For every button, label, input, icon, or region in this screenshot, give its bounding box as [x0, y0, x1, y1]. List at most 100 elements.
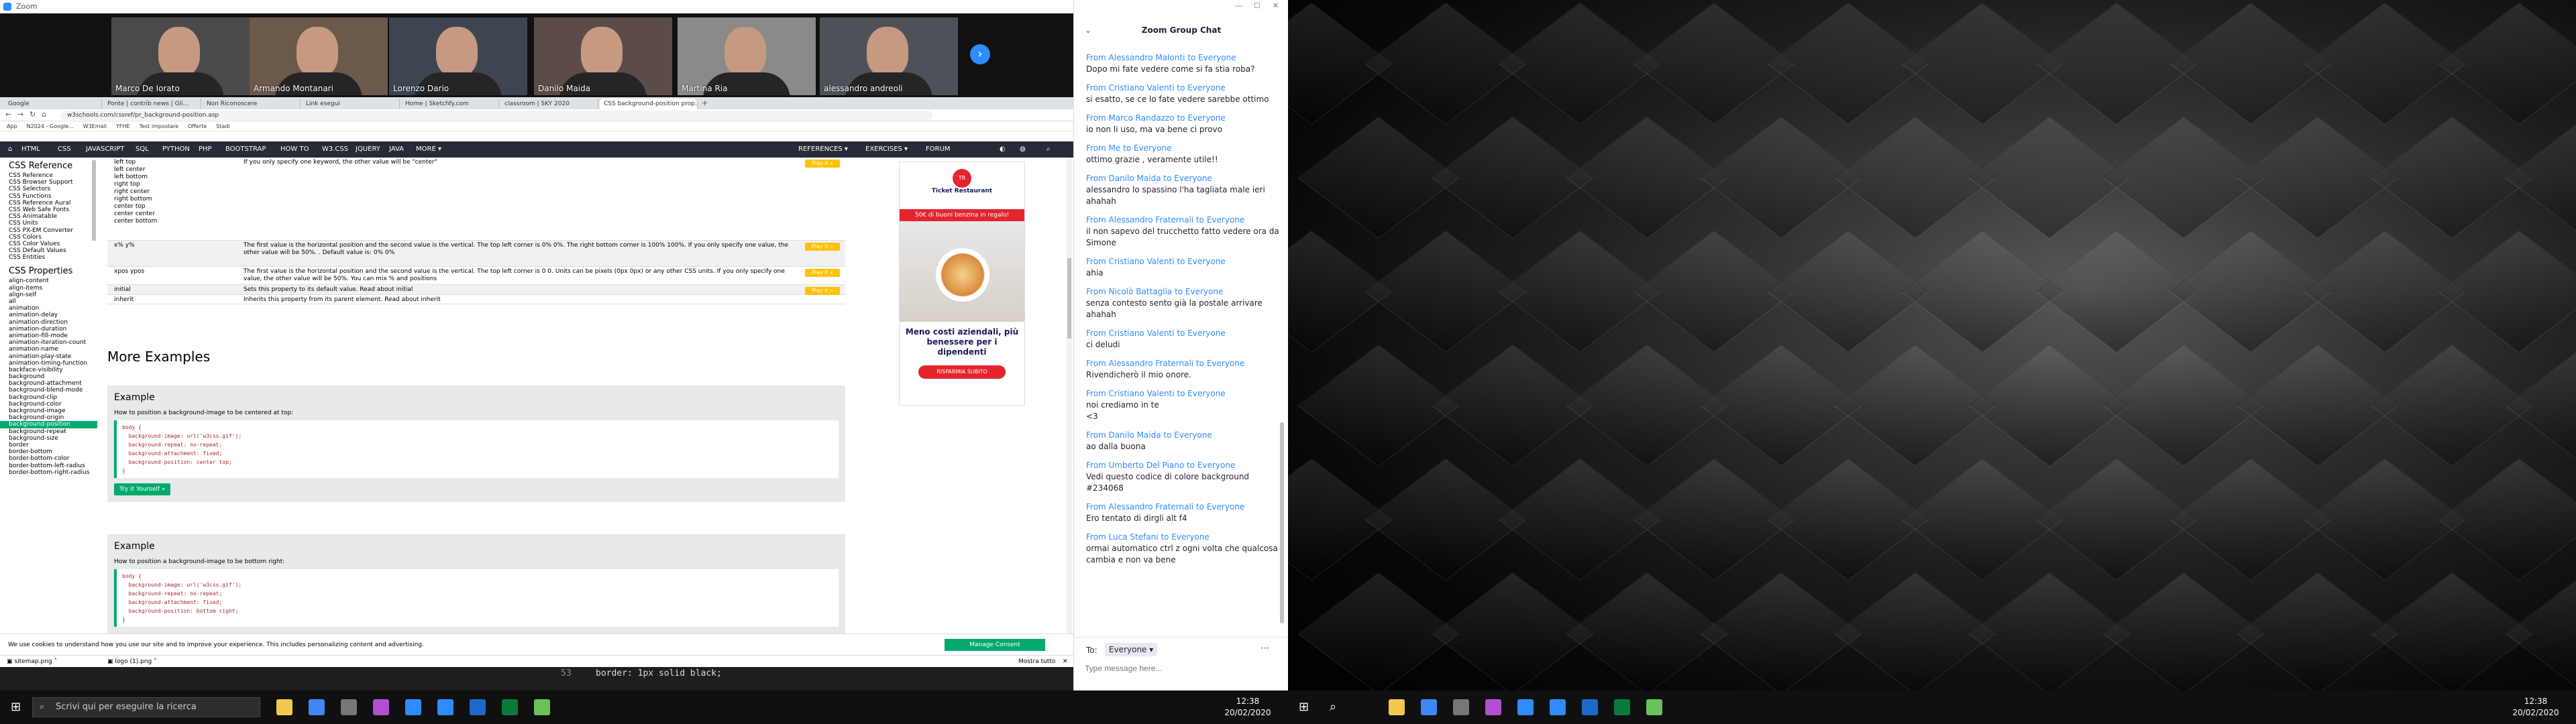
w3-nav-item[interactable]: HOW TO — [280, 141, 309, 158]
browser-tab[interactable]: classroom | SKY 2020 — [500, 99, 598, 109]
w3-nav-item[interactable]: JAVA — [389, 141, 404, 158]
download-item-2[interactable]: ▣ logo (1).png ˄ — [107, 656, 157, 668]
taskbar-app-icon[interactable] — [309, 699, 325, 715]
sidebar-property-link[interactable]: align-content — [0, 278, 97, 284]
manage-consent-button[interactable]: Manage Consent — [945, 639, 1045, 651]
w3-nav-item[interactable]: EXERCISES ▾ — [865, 141, 908, 158]
download-item-1[interactable]: ▣ sitemap.png ˄ — [7, 656, 57, 668]
taskbar-app-icon[interactable] — [437, 699, 453, 715]
sidebar-link[interactable]: CSS Selectors — [0, 186, 97, 192]
play-it-button[interactable]: Play it » — [805, 160, 840, 168]
sidebar-property-link[interactable]: animation-direction — [0, 319, 97, 326]
sidebar-property-link[interactable]: background-origin — [0, 414, 97, 421]
sidebar-link[interactable]: CSS Functions — [0, 193, 97, 200]
taskbar-app-icon[interactable] — [1517, 699, 1534, 715]
back-arrow-icon[interactable]: ← — [5, 110, 11, 119]
sidebar-link[interactable]: CSS Color Values — [0, 241, 97, 247]
w3-nav-item[interactable]: REFERENCES ▾ — [798, 141, 848, 158]
w3-nav-item[interactable]: PYTHON — [162, 141, 190, 158]
reload-icon[interactable]: ↻ — [30, 110, 36, 119]
clock[interactable]: 12:38 20/02/2020 — [2509, 696, 2563, 719]
sidebar-property-link[interactable]: background-attachment — [0, 380, 97, 387]
taskbar-app-icon[interactable] — [1485, 699, 1501, 715]
sidebar-property-link[interactable]: border-bottom-color — [0, 455, 97, 462]
sidebar-property-link[interactable]: border-bottom-left-radius — [0, 463, 97, 469]
globe-icon[interactable]: ◍ — [1020, 141, 1026, 158]
w3-nav-item[interactable]: HTML — [21, 141, 40, 158]
bookmark-item[interactable]: App — [7, 123, 17, 129]
more-options-icon[interactable]: ⋯ — [1260, 643, 1270, 654]
browser-tab[interactable]: Link esegui — [302, 99, 400, 109]
taskbar-app-icon[interactable] — [373, 699, 389, 715]
sidebar-property-link[interactable]: border-bottom — [0, 448, 97, 455]
taskbar-app-icon[interactable] — [1646, 699, 1662, 715]
w3-nav-item[interactable]: PHP — [199, 141, 212, 158]
close-icon[interactable]: ✕ — [1273, 1, 1279, 10]
sidebar-property-link[interactable]: background-color — [0, 401, 97, 408]
sidebar-link[interactable]: CSS Browser Support — [0, 179, 97, 186]
browser-tab[interactable]: Google — [4, 99, 102, 109]
sidebar-link[interactable]: CSS Reference — [0, 172, 97, 179]
clock[interactable]: 12:38 20/02/2020 — [1221, 696, 1275, 719]
sidebar-property-link[interactable]: background-repeat — [0, 428, 97, 435]
sidebar-property-link[interactable]: animation-delay — [0, 312, 97, 318]
chat-recipient-select[interactable]: Everyone ▾ — [1105, 643, 1158, 656]
participant-tile[interactable]: alessandro andreoli — [820, 17, 958, 95]
browser-tab[interactable]: Non Riconoscere — [203, 99, 301, 109]
sidebar-link[interactable]: CSS Animatable — [0, 213, 97, 220]
w3-nav-item[interactable]: MORE ▾ — [416, 141, 441, 158]
home-icon[interactable]: ⌂ — [42, 110, 46, 119]
search-icon[interactable]: ⌕ — [1046, 141, 1051, 158]
taskbar-app-icon[interactable] — [1550, 699, 1566, 715]
sidebar-link[interactable]: CSS Colors — [0, 234, 97, 241]
w3-nav-item[interactable]: SQL — [136, 141, 149, 158]
browser-tab[interactable]: CSS background-position prop... — [600, 99, 698, 109]
page-scrollbar[interactable] — [1067, 158, 1072, 634]
sidebar-property-link[interactable]: background — [0, 373, 97, 380]
w3-nav-item[interactable]: W3.CSS — [322, 141, 348, 158]
taskbar-app-icon[interactable] — [341, 699, 357, 715]
bookmark-item[interactable]: Test impostare — [140, 123, 179, 129]
windows-start-icon[interactable]: ⊞ — [11, 700, 21, 714]
sidebar-property-link[interactable]: border-bottom-right-radius — [0, 469, 97, 476]
windows-start-icon[interactable]: ⊞ — [1299, 700, 1309, 714]
w3-home-icon[interactable]: ⌂ — [8, 141, 12, 158]
sidebar-property-link[interactable]: background-position — [0, 421, 97, 428]
sidebar-scrollbar[interactable] — [92, 160, 96, 241]
taskbar-app-icon[interactable] — [1421, 699, 1437, 715]
participant-tile[interactable]: Danilo Maida — [534, 17, 672, 95]
participant-tile[interactable]: Marco De Iorato — [111, 17, 250, 95]
sidebar-property-link[interactable]: background-image — [0, 408, 97, 414]
sidebar-property-link[interactable]: border — [0, 442, 97, 448]
play-it-button[interactable]: Play it » — [805, 269, 840, 277]
participant-tile[interactable]: Armando Montanari — [250, 17, 388, 95]
taskbar-search-box[interactable]: ⌕ Scrivi qui per eseguire la ricerca — [32, 697, 260, 717]
participant-tile[interactable]: Martina Ria — [678, 17, 816, 95]
bookmark-item[interactable]: N2024 - Google... — [27, 123, 74, 129]
minimize-icon[interactable]: — — [1235, 1, 1242, 10]
page-scroll-thumb[interactable] — [1067, 258, 1071, 339]
chat-scrollbar[interactable] — [1279, 47, 1285, 630]
sidebar-link[interactable]: CSS Default Values — [0, 247, 97, 254]
bookmark-item[interactable]: Stadi — [216, 123, 229, 129]
participant-tile[interactable]: Lorenzo Dario — [389, 17, 527, 95]
sidebar-property-link[interactable]: animation-duration — [0, 326, 97, 333]
w3-nav-item[interactable]: BOOTSTRAP — [225, 141, 266, 158]
sidebar-link[interactable]: CSS Units — [0, 220, 97, 227]
taskbar-app-icon[interactable] — [1582, 699, 1598, 715]
maximize-icon[interactable]: ☐ — [1254, 1, 1260, 10]
taskbar-app-icon[interactable] — [1453, 699, 1469, 715]
bookmark-item[interactable]: W3Email — [83, 123, 107, 129]
sidebar-property-link[interactable]: animation-name — [0, 346, 97, 353]
taskbar-app-icon[interactable] — [405, 699, 421, 715]
bookmark-item[interactable]: Offerte — [188, 123, 207, 129]
sidebar-link[interactable]: CSS Entities — [0, 254, 97, 261]
gallery-next-arrow-icon[interactable]: › — [970, 44, 990, 64]
sidebar-property-link[interactable]: animation — [0, 305, 97, 312]
bookmark-item[interactable]: YFHE — [116, 123, 130, 129]
w3-nav-item[interactable]: JAVASCRIPT — [86, 141, 124, 158]
sidebar-property-link[interactable]: align-items — [0, 285, 97, 292]
play-it-button[interactable]: Play it » — [805, 243, 840, 251]
sidebar-property-link[interactable]: all — [0, 298, 97, 305]
taskbar-app-icon[interactable] — [534, 699, 550, 715]
